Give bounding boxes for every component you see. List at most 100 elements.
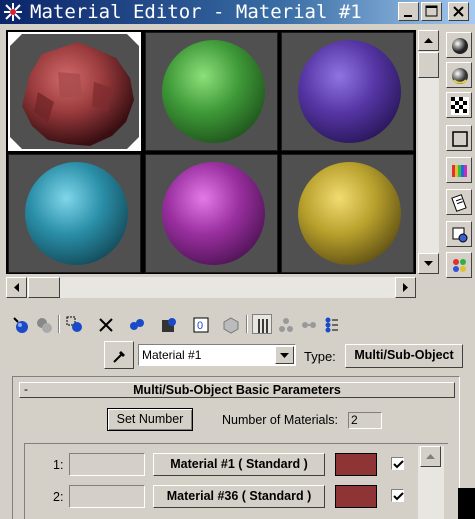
arrow-up-icon <box>426 454 435 459</box>
toolbar-separator <box>58 315 60 333</box>
green-sphere <box>162 40 265 143</box>
arrow-up-icon <box>424 38 433 43</box>
sample-slot-6[interactable] <box>281 154 414 273</box>
scroll-up-button[interactable] <box>418 30 439 51</box>
material-toolbar: 0 <box>0 310 475 336</box>
sample-type-sphere-icon <box>452 38 468 54</box>
backlight-icon <box>452 68 468 84</box>
close-button[interactable] <box>448 2 469 21</box>
maximize-button[interactable] <box>421 2 442 21</box>
maximize-icon <box>425 5 438 17</box>
put-to-library-icon <box>162 318 176 332</box>
rollout-header[interactable]: - Multi/Sub-Object Basic Parameters <box>19 382 455 398</box>
get-material-icon <box>13 317 28 333</box>
show-end-result-icon <box>258 319 268 333</box>
scroll-left-button[interactable] <box>6 277 27 298</box>
material-effects-channel-button[interactable]: 0 <box>190 314 210 334</box>
sample-slot-1[interactable] <box>8 32 141 151</box>
material-map-navigator-icon <box>325 317 338 333</box>
slots-vertical-scrollbar[interactable] <box>418 30 439 274</box>
sample-slots <box>6 30 416 274</box>
sample-uv-tiling-icon <box>452 131 468 147</box>
close-icon <box>453 6 464 17</box>
options-button[interactable] <box>446 221 472 247</box>
sample-type-button[interactable] <box>446 32 472 58</box>
backlight-button[interactable] <box>446 62 472 88</box>
options-icon <box>452 227 468 243</box>
show-map-in-viewport-icon <box>223 317 239 334</box>
eyedropper-icon <box>113 351 125 363</box>
set-number-button[interactable]: Set Number <box>107 408 193 431</box>
arrow-right-icon <box>403 283 408 292</box>
background-button[interactable] <box>446 92 472 118</box>
get-material-button[interactable] <box>10 314 30 334</box>
go-forward-to-sibling-button[interactable] <box>298 314 318 334</box>
video-color-check-button[interactable] <box>446 157 472 183</box>
make-preview-button[interactable] <box>446 189 472 215</box>
list-scroll-up-button[interactable] <box>420 446 441 467</box>
minimize-icon <box>404 15 412 17</box>
sample-slot-3[interactable] <box>281 32 414 151</box>
go-forward-to-sibling-icon <box>302 322 316 328</box>
dropdown-arrow-button[interactable] <box>275 346 294 364</box>
material-map-navigator-button[interactable] <box>321 314 341 334</box>
show-map-in-viewport-button[interactable] <box>220 314 240 334</box>
number-of-materials-field[interactable]: 2 <box>348 412 382 429</box>
submaterial-button[interactable]: Material #1 ( Standard ) <box>153 453 325 476</box>
checkmark-icon <box>393 460 404 469</box>
sample-slot-5[interactable] <box>145 154 278 273</box>
submaterial-color-swatch[interactable] <box>335 453 377 476</box>
chevron-down-icon <box>280 353 289 358</box>
purple-sphere <box>298 40 401 143</box>
checkmark-icon <box>393 492 404 501</box>
window-title: Material Editor - Material #1 <box>30 1 362 23</box>
reset-map-icon <box>99 318 113 332</box>
magenta-sphere <box>162 162 265 265</box>
make-unique-icon <box>130 319 144 330</box>
material-type-button[interactable]: Multi/Sub-Object <box>345 344 463 368</box>
svg-text:0: 0 <box>197 320 203 332</box>
title-bar: Material Editor - Material #1 <box>0 0 475 24</box>
panel-edge <box>458 488 475 519</box>
select-by-material-button[interactable] <box>446 252 472 278</box>
sample-uv-tiling-button[interactable] <box>446 125 472 151</box>
put-to-library-button[interactable] <box>158 314 178 334</box>
submaterial-color-swatch[interactable] <box>335 485 377 508</box>
background-checker-icon <box>451 97 469 115</box>
minimize-button[interactable] <box>398 2 419 21</box>
sample-slot-4[interactable] <box>8 154 141 273</box>
put-to-scene-button[interactable] <box>33 314 53 334</box>
material-name-value: Material #1 <box>142 348 202 362</box>
yellow-sphere <box>298 162 401 265</box>
rollout-title: Multi/Sub-Object Basic Parameters <box>133 383 341 397</box>
scroll-down-button[interactable] <box>418 253 439 274</box>
scroll-thumb[interactable] <box>418 52 439 78</box>
go-to-parent-button[interactable] <box>275 314 295 334</box>
submaterial-enable-checkbox[interactable] <box>391 457 404 470</box>
assign-to-selection-icon <box>66 316 82 332</box>
show-end-result-button[interactable] <box>252 314 272 334</box>
teal-sphere <box>25 162 128 265</box>
pick-material-from-object-button[interactable] <box>104 341 134 369</box>
submaterial-button[interactable]: Material #36 ( Standard ) <box>153 485 325 508</box>
scroll-right-button[interactable] <box>395 277 416 298</box>
sample-slot-2[interactable] <box>145 32 278 151</box>
reset-map-button[interactable] <box>95 314 115 334</box>
slots-horizontal-scrollbar[interactable] <box>6 277 416 298</box>
go-to-parent-icon <box>279 318 293 332</box>
number-of-materials-label: Number of Materials: <box>222 413 339 427</box>
app-star-icon <box>4 3 22 21</box>
hscroll-thumb[interactable] <box>28 277 60 298</box>
video-color-check-icon <box>452 165 467 177</box>
assign-to-selection-button[interactable] <box>64 314 84 334</box>
submaterial-list-scrollbar[interactable] <box>418 446 444 519</box>
put-to-scene-icon <box>37 318 52 333</box>
make-preview-icon <box>451 194 467 212</box>
submaterial-name-field[interactable] <box>69 453 145 476</box>
submaterial-name-field[interactable] <box>69 485 145 508</box>
type-label: Type: <box>304 349 336 364</box>
make-unique-button[interactable] <box>126 314 146 334</box>
material-name-dropdown[interactable]: Material #1 <box>138 344 296 366</box>
material-effects-channel-icon: 0 <box>193 317 209 333</box>
submaterial-enable-checkbox[interactable] <box>391 489 404 502</box>
